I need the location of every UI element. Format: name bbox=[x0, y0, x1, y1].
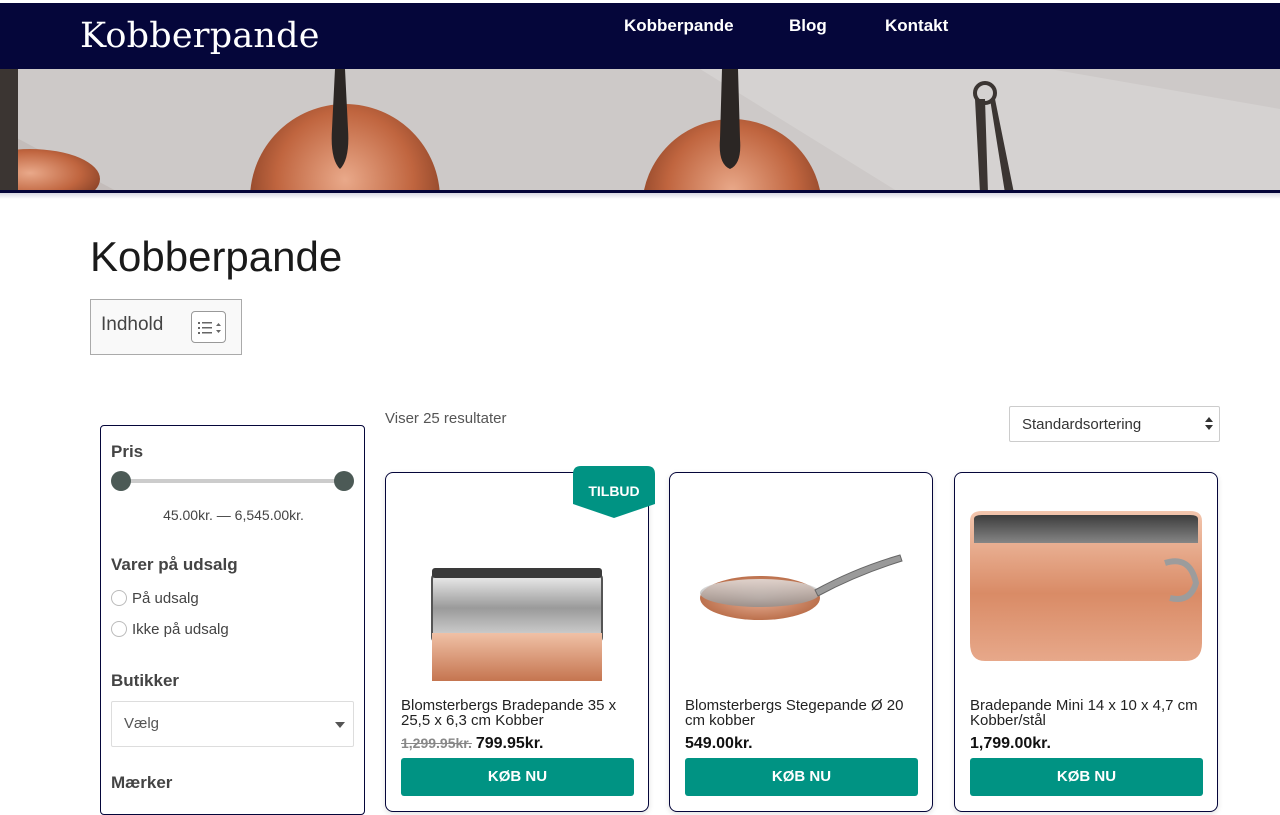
site-header: Kobberpande Kobberpande Blog Kontakt bbox=[0, 3, 1280, 69]
shops-filter-title: Butikker bbox=[111, 671, 180, 690]
product-title[interactable]: Bradepande Mini 14 x 10 x 4,7 cm Kobber/… bbox=[970, 698, 1205, 728]
radio-button[interactable] bbox=[111, 590, 127, 606]
product-old-price: 1,299.95kr. bbox=[401, 735, 472, 751]
product-image[interactable] bbox=[970, 493, 1202, 683]
product-card[interactable]: Blomsterbergs Stegepande Ø 20 cm kobber … bbox=[669, 472, 933, 812]
hanging-pans-illustration bbox=[0, 69, 1280, 190]
price-slider-min-handle[interactable] bbox=[111, 471, 131, 491]
product-card[interactable]: Bradepande Mini 14 x 10 x 4,7 cm Kobber/… bbox=[954, 472, 1218, 812]
table-of-contents: Indhold bbox=[90, 299, 242, 355]
product-card[interactable]: TILBUD Blomsterbergs Bradepande 35 x 25,… bbox=[385, 466, 655, 812]
radio-button[interactable] bbox=[111, 621, 127, 637]
price-slider-max-handle[interactable] bbox=[334, 471, 354, 491]
toc-title: Indhold bbox=[101, 314, 164, 335]
brands-filter-title: Mærker bbox=[111, 773, 173, 792]
filter-sidebar: Pris 45.00kr. — 6,545.00kr. Varer på uds… bbox=[100, 425, 365, 815]
nav-item-kobberpande[interactable]: Kobberpande bbox=[624, 16, 734, 36]
buy-now-button[interactable]: KØB NU bbox=[970, 758, 1203, 796]
filter-option-label: Ikke på udsalg bbox=[132, 621, 229, 638]
product-title[interactable]: Blomsterbergs Stegepande Ø 20 cm kobber bbox=[685, 698, 920, 728]
product-image[interactable] bbox=[401, 493, 633, 683]
sale-badge-label: TILBUD bbox=[588, 483, 640, 499]
banner-shadow bbox=[0, 193, 1280, 199]
select-arrows-icon bbox=[1205, 415, 1213, 433]
product-image[interactable] bbox=[685, 493, 917, 683]
product-sale-price: 799.95kr. bbox=[475, 735, 544, 752]
sale-filter-title: Varer på udsalg bbox=[111, 555, 238, 574]
hero-banner bbox=[0, 69, 1280, 193]
product-price: 1,299.95kr. 799.95kr. bbox=[401, 735, 543, 753]
sale-badge: TILBUD bbox=[573, 466, 655, 518]
sort-select[interactable]: Standardsortering bbox=[1009, 406, 1220, 442]
buy-now-button[interactable]: KØB NU bbox=[685, 758, 918, 796]
product-title[interactable]: Blomsterbergs Bradepande 35 x 25,5 x 6,3… bbox=[401, 698, 636, 728]
chevron-down-icon bbox=[335, 722, 345, 728]
toc-toggle-button[interactable] bbox=[191, 311, 226, 343]
filter-option-label: På udsalg bbox=[132, 590, 199, 607]
price-filter-title: Pris bbox=[111, 442, 144, 461]
nav-item-blog[interactable]: Blog bbox=[789, 16, 827, 36]
main-nav: Kobberpande Blog Kontakt bbox=[0, 16, 1280, 46]
price-range-text: 45.00kr. — 6,545.00kr. bbox=[163, 507, 304, 523]
product-price: 1,799.00kr. bbox=[970, 735, 1051, 752]
page-title: Kobberpande bbox=[90, 233, 343, 280]
product-price: 549.00kr. bbox=[685, 735, 753, 752]
nav-item-kontakt[interactable]: Kontakt bbox=[885, 16, 948, 36]
sort-select-value: Standardsortering bbox=[1022, 416, 1142, 433]
price-slider-track[interactable] bbox=[121, 479, 344, 483]
list-toggle-icon bbox=[198, 322, 221, 334]
buy-now-button[interactable]: KØB NU bbox=[401, 758, 634, 796]
shops-select[interactable]: Vælg bbox=[111, 701, 354, 747]
shops-select-value: Vælg bbox=[124, 715, 160, 732]
results-count: Viser 25 resultater bbox=[385, 410, 507, 427]
